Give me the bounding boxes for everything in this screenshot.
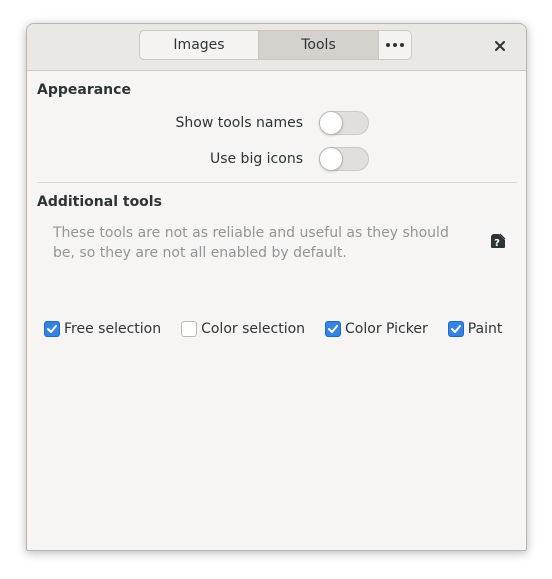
additional-tools-description: These tools are not as reliable and usef… — [53, 225, 449, 261]
checkbox-checked-icon — [44, 321, 60, 337]
checkbox-unchecked-icon — [181, 321, 198, 337]
help-icon[interactable]: ? — [489, 232, 507, 250]
more-horizontal-icon — [386, 43, 390, 47]
close-icon — [495, 41, 505, 51]
paint-label: Paint — [467, 321, 503, 337]
color-selection-label: Color selection — [201, 321, 306, 337]
switch-knob — [319, 111, 343, 135]
color-selection-checkbox[interactable]: Color selection — [181, 321, 305, 337]
more-horizontal-icon — [393, 43, 397, 47]
tools-page: Appearance Show tools names Use big icon… — [27, 71, 526, 550]
show-tools-names-label: Show tools names — [175, 115, 303, 131]
svg-text:?: ? — [494, 238, 500, 249]
free-selection-label: Free selection — [64, 321, 162, 337]
appearance-heading: Appearance — [37, 82, 131, 98]
free-selection-checkbox[interactable]: Free selection — [44, 321, 161, 337]
section-separator — [37, 182, 517, 183]
more-menu-button[interactable] — [379, 30, 412, 60]
more-horizontal-icon — [400, 43, 404, 47]
use-big-icons-label: Use big icons — [209, 151, 303, 167]
view-switcher: Images Tools — [139, 30, 412, 60]
additional-tools-heading: Additional tools — [37, 194, 162, 210]
preferences-window: Images Tools Appearance Show tools names… — [26, 23, 527, 551]
switch-knob — [319, 147, 343, 171]
color-picker-label: Color Picker — [345, 321, 428, 337]
paint-checkbox[interactable]: Paint — [447, 321, 503, 337]
use-big-icons-switch[interactable] — [319, 147, 369, 171]
show-tools-names-switch[interactable] — [319, 111, 369, 135]
color-picker-checkbox[interactable]: Color Picker — [325, 321, 428, 337]
tab-tools[interactable]: Tools — [259, 30, 379, 60]
tab-images[interactable]: Images — [139, 30, 259, 60]
tools-checklist: Free selection Color selection Color Pic… — [44, 321, 502, 337]
checkbox-checked-icon — [447, 321, 464, 337]
close-button[interactable] — [488, 34, 512, 58]
headerbar: Images Tools — [27, 24, 526, 71]
checkbox-checked-icon — [325, 321, 342, 337]
